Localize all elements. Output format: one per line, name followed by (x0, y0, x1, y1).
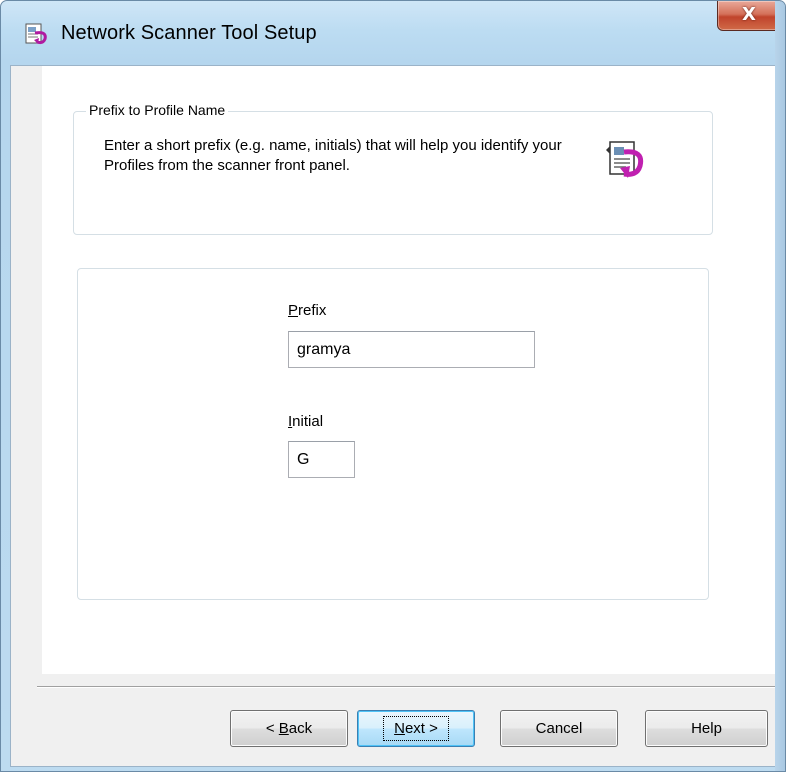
next-button[interactable]: Next > (357, 710, 475, 747)
back-button-label: < Back (265, 720, 313, 737)
prefix-label: Prefix (288, 302, 327, 319)
dialog-client-area: Prefix to Profile Name Enter a short pre… (10, 65, 779, 767)
initial-label: Initial (288, 413, 324, 430)
groupbox-legend: Prefix to Profile Name (86, 102, 229, 118)
prefix-input-panel: Prefix Initial (77, 268, 709, 600)
prefix-groupbox: Prefix to Profile Name Enter a short pre… (73, 102, 713, 235)
profile-document-icon (606, 141, 644, 178)
cancel-button[interactable]: Cancel (500, 710, 618, 747)
cancel-button-label: Cancel (535, 720, 583, 737)
setup-window: Network Scanner Tool Setup X Prefix to P… (0, 0, 786, 772)
back-button[interactable]: < Back (230, 710, 348, 747)
close-button[interactable]: X (717, 1, 781, 31)
prefix-input[interactable] (288, 331, 535, 368)
button-separator (37, 686, 777, 688)
wizard-page: Prefix to Profile Name Enter a short pre… (42, 66, 779, 674)
scanner-setup-icon (25, 23, 47, 45)
help-button-label: Help (691, 720, 722, 737)
close-icon: X (742, 3, 756, 25)
next-button-label: Next > (383, 716, 449, 741)
help-button[interactable]: Help (645, 710, 768, 747)
initial-input[interactable] (288, 441, 355, 478)
window-title: Network Scanner Tool Setup (61, 22, 317, 44)
title-bar[interactable]: Network Scanner Tool Setup X (1, 1, 785, 65)
groupbox-description: Enter a short prefix (e.g. name, initial… (104, 137, 562, 174)
